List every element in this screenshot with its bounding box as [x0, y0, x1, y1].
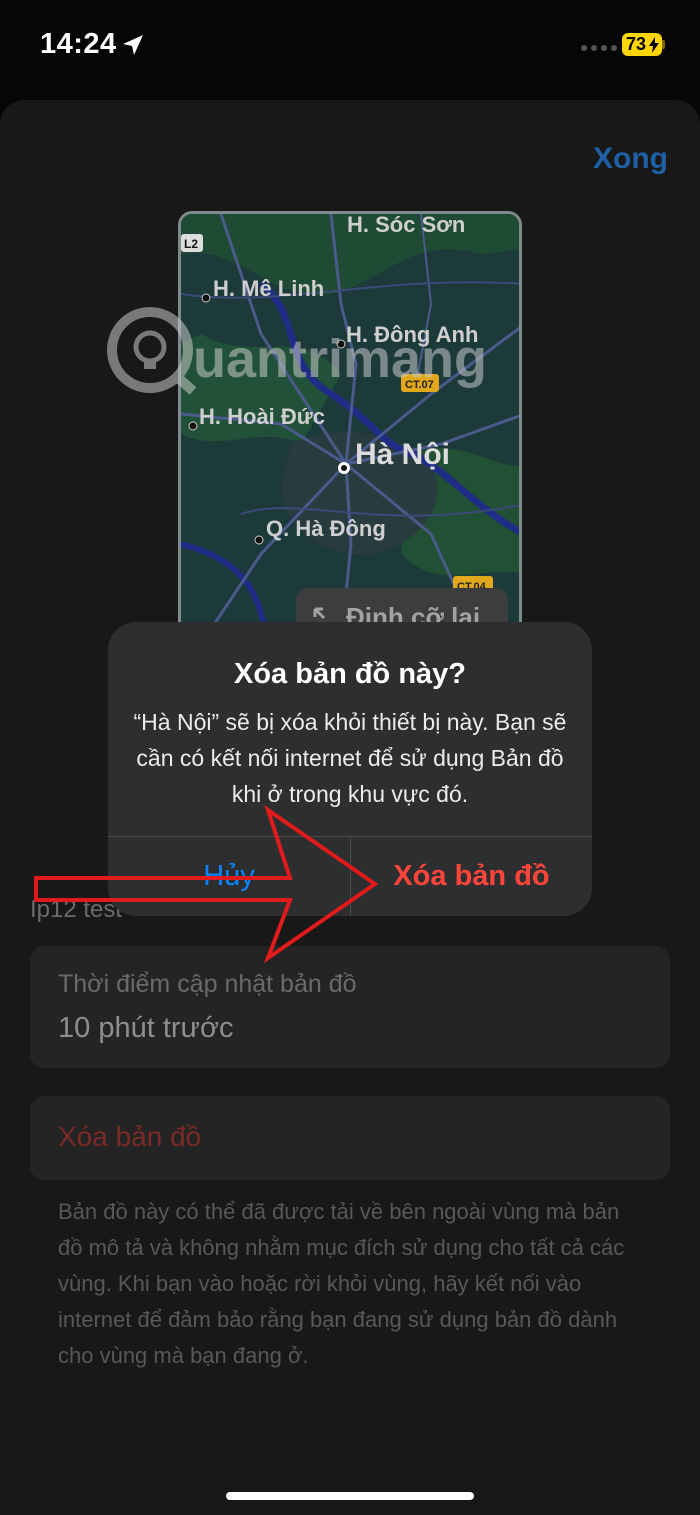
delete-confirm-dialog: Xóa bản đồ này? “Hà Nội” sẽ bị xóa khỏi … [108, 622, 592, 916]
update-time-card: Thời điểm cập nhật bản đồ 10 phút trước [30, 946, 670, 1068]
status-bar: 14:24 73 [0, 0, 700, 95]
delete-map-row[interactable]: Xóa bản đồ [30, 1096, 670, 1180]
dialog-message: “Hà Nội” sẽ bị xóa khỏi thiết bị này. Bạ… [133, 709, 567, 807]
location-arrow-icon [123, 35, 143, 55]
footnote-text: Bản đồ này có thể đã được tải về bên ngo… [58, 1199, 625, 1368]
battery-indicator: 73 [622, 33, 662, 56]
place-label: H. Hoài Đức [199, 404, 325, 429]
city-label: Hà Nội [355, 438, 450, 471]
map-canvas: L2 CT.07 CT.04 H. Sóc Sơn H. Mê Linh H. … [181, 214, 519, 638]
delete-map-label: Xóa bản đồ [58, 1121, 202, 1152]
battery-level: 73 [626, 34, 647, 54]
confirm-delete-button[interactable]: Xóa bản đồ [351, 837, 592, 916]
watermark: uantrimang [105, 305, 505, 395]
place-label: H. Sóc Sơn [347, 214, 465, 237]
update-time-value: 10 phút trước [58, 1012, 234, 1044]
cellular-signal-icon [581, 45, 617, 51]
update-time-label: Thời điểm cập nhật bản đồ [58, 970, 357, 998]
status-time: 14:24 [40, 28, 117, 60]
battery-tip [662, 40, 665, 49]
home-indicator[interactable] [226, 1492, 474, 1500]
watermark-logo: uantrimang [107, 307, 487, 395]
dialog-title: Xóa bản đồ này? [233, 658, 467, 690]
cancel-button[interactable]: Hủy [108, 837, 350, 916]
done-button[interactable]: Xong [593, 142, 668, 176]
svg-text:L2: L2 [184, 237, 198, 251]
place-label: H. Mê Linh [213, 276, 324, 301]
watermark-text: uantrimang [193, 329, 487, 389]
charging-bolt-icon [649, 37, 659, 53]
place-label: Q. Hà Đông [266, 516, 386, 541]
map-preview[interactable]: L2 CT.07 CT.04 H. Sóc Sơn H. Mê Linh H. … [178, 211, 522, 641]
